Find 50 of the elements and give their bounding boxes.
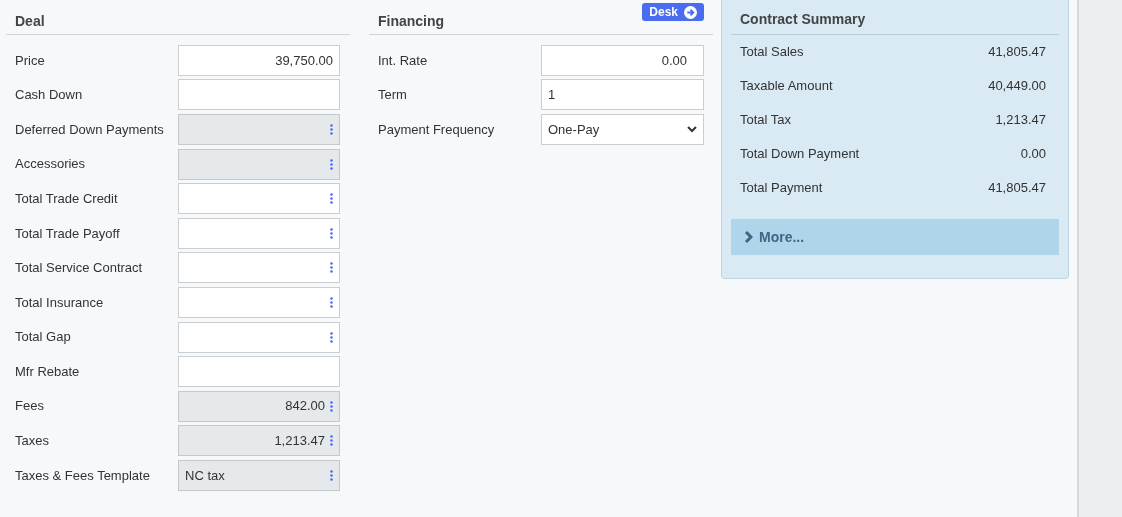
input-field[interactable] — [178, 79, 340, 111]
summary-value: 40,449.00 — [988, 77, 1046, 96]
field-label: Term — [378, 86, 408, 105]
more-options-icon[interactable] — [330, 227, 333, 239]
panel-title: Contract Summary — [740, 10, 866, 29]
summary-value: 0.00 — [1020, 145, 1046, 164]
more-options-icon[interactable] — [330, 193, 333, 205]
field-label: Total Insurance — [15, 293, 105, 312]
chevron-down-icon — [687, 126, 697, 133]
field-label: Total Service Contract — [15, 259, 144, 278]
field-label: Taxes — [15, 432, 50, 451]
summary-label: Total Down Payment — [740, 145, 860, 164]
field-label: Taxes & Fees Template — [15, 466, 151, 485]
summary-value: 41,805.47 — [988, 43, 1046, 62]
field-label: Deferred Down Payments — [15, 120, 165, 139]
dropdown[interactable]: One-Pay — [541, 114, 704, 145]
arrow-right-icon — [684, 5, 697, 19]
summary-label: Taxable Amount — [740, 77, 833, 96]
field-label: Fees — [15, 397, 45, 416]
input-field[interactable] — [178, 356, 340, 388]
summary-label: Total Payment — [740, 179, 823, 198]
section-title: Deal — [15, 12, 45, 31]
more-button[interactable]: More... — [731, 219, 1059, 255]
input-field[interactable] — [178, 217, 340, 249]
field-label: Price — [15, 51, 46, 70]
field-label: Total Trade Credit — [15, 189, 119, 208]
input-field[interactable] — [178, 286, 340, 318]
summary-label: Total Tax — [740, 111, 792, 130]
desk-button[interactable]: Desk — [642, 3, 704, 21]
input-field[interactable]: 39,750.00 — [178, 44, 340, 76]
summary-value: 1,213.47 — [995, 111, 1046, 130]
field-label: Total Gap — [15, 328, 72, 347]
field-label: Int. Rate — [378, 51, 429, 70]
input-field[interactable] — [178, 183, 340, 215]
more-options-icon[interactable] — [330, 296, 333, 308]
field-label: Total Trade Payoff — [15, 224, 121, 243]
chevron-right-icon — [744, 231, 753, 243]
more-options-icon[interactable] — [330, 262, 333, 274]
field-label: Cash Down — [15, 86, 84, 105]
field-label: Payment Frequency — [378, 120, 496, 139]
input-field[interactable]: 1 — [541, 79, 704, 111]
input-field[interactable] — [178, 252, 340, 284]
summary-label: Total Sales — [740, 43, 804, 62]
more-options-icon[interactable] — [330, 331, 333, 343]
section-title: Financing — [378, 12, 445, 31]
input-field[interactable] — [178, 321, 340, 353]
input-field[interactable]: 0.00 — [541, 44, 704, 76]
summary-value: 41,805.47 — [988, 179, 1046, 198]
field-label: Accessories — [15, 155, 87, 174]
field-label: Mfr Rebate — [15, 362, 81, 381]
